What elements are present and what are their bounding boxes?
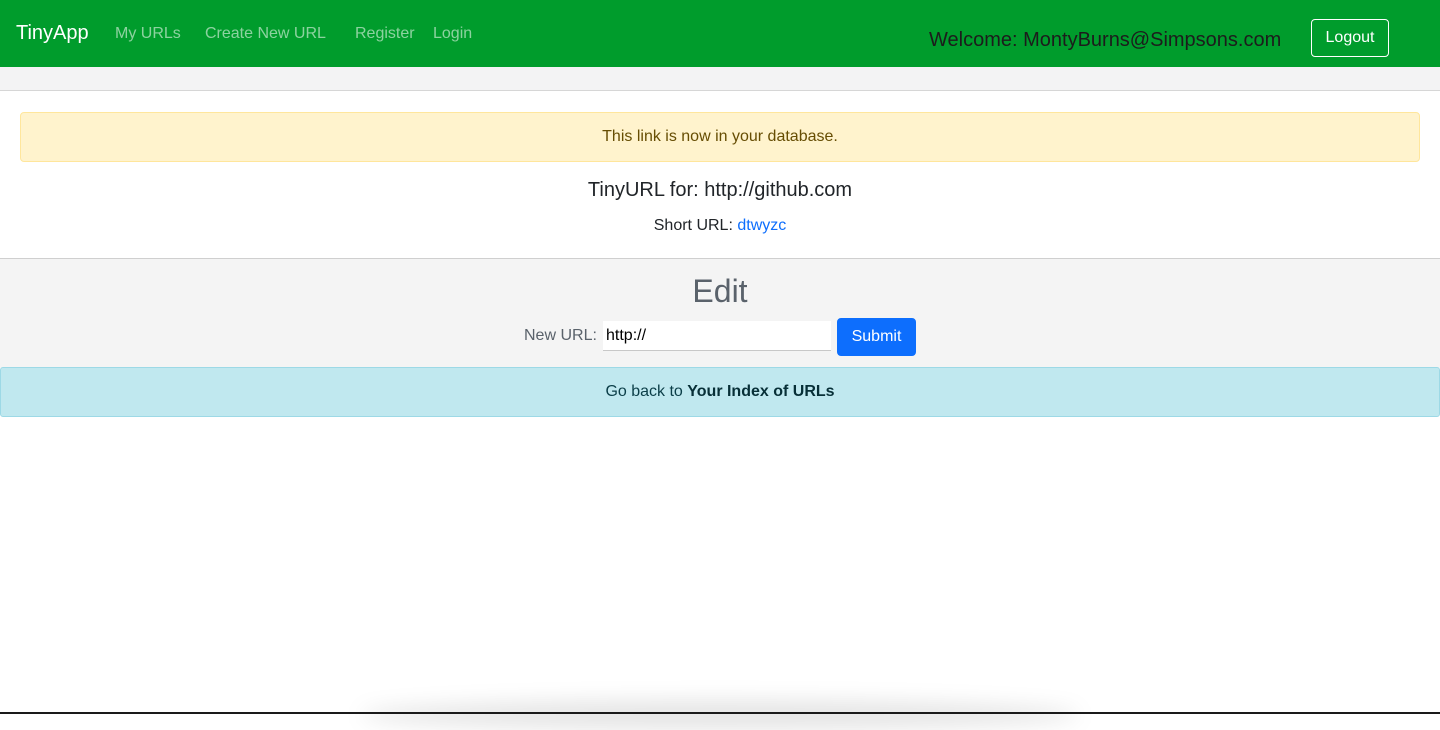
edit-title: Edit [692, 273, 748, 309]
short-url-link[interactable]: dtwyzc [737, 217, 786, 234]
new-url-input[interactable] [603, 321, 831, 351]
window-shadow [360, 700, 1080, 730]
back-prefix: Go back to [605, 383, 683, 400]
success-alert: This link is now in your database. [20, 112, 1420, 162]
navbar: TinyApp My URLs Create New URL Register … [0, 0, 1440, 67]
edit-panel: Edit New URL: Submit [0, 258, 1440, 368]
short-url-line: Short URL: dtwyzc [0, 216, 1440, 236]
nav-my-urls[interactable]: My URLs [115, 24, 181, 44]
nav-create-new-url[interactable]: Create New URL [205, 24, 326, 44]
brand-link[interactable]: TinyApp [16, 21, 89, 45]
short-url-label: Short URL: [653, 217, 733, 234]
index-of-urls-link[interactable]: Your Index of URLs [687, 383, 834, 400]
nav-login[interactable]: Login [433, 24, 472, 44]
alert-message: This link is now in your database. [602, 128, 838, 145]
welcome-text: Welcome: MontyBurns@Simpsons.com [929, 29, 1282, 51]
tinyurl-heading: TinyURL for: http://github.com [587, 179, 853, 201]
new-url-label: New URL: [524, 327, 597, 344]
submit-button[interactable]: Submit [837, 318, 916, 356]
subbar [0, 67, 1440, 91]
logout-button[interactable]: Logout [1311, 19, 1389, 57]
back-alert: Go back to Your Index of URLs [0, 367, 1440, 417]
nav-register[interactable]: Register [355, 24, 415, 44]
